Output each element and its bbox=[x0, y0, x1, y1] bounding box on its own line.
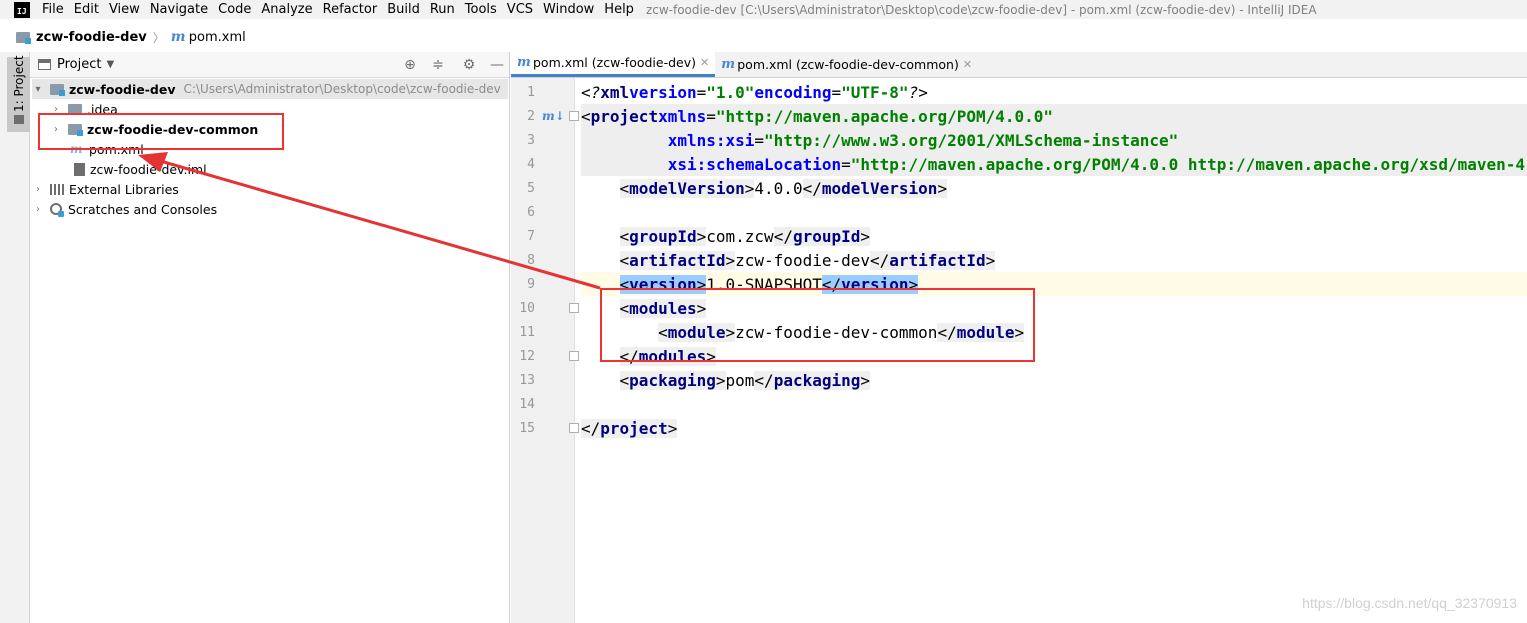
project-view-icon bbox=[38, 59, 51, 70]
menu-navigate[interactable]: Navigate bbox=[150, 2, 208, 17]
tree-root-row[interactable]: ▾ zcw-foodie-dev C:\Users\Administrator\… bbox=[32, 79, 508, 99]
editor-gutter: m↓ 1 2 3 4 5 6 7 8 9 10 11 12 13 14 15 bbox=[511, 78, 579, 623]
tree-root-label: zcw-foodie-dev bbox=[69, 81, 176, 97]
code-line: <modelVersion> 4.0.0 </modelVersion> bbox=[619, 178, 948, 198]
hide-panel-icon[interactable]: — bbox=[488, 56, 506, 74]
line-number: 11 bbox=[519, 325, 535, 340]
menu-analyze[interactable]: Analyze bbox=[261, 2, 312, 17]
menu-run[interactable]: Run bbox=[430, 2, 455, 17]
code-line: <artifactId> zcw-foodie-dev </artifactId> bbox=[619, 250, 996, 270]
module-folder-icon bbox=[50, 83, 65, 96]
menu-view[interactable]: View bbox=[109, 2, 140, 17]
chevron-right-icon[interactable]: › bbox=[32, 184, 44, 195]
line-number: 15 bbox=[519, 421, 535, 436]
chevron-down-icon[interactable]: ▾ bbox=[32, 84, 44, 95]
gear-icon[interactable]: ⚙ bbox=[460, 56, 478, 74]
line-number: 5 bbox=[527, 181, 535, 196]
fold-marker-icon[interactable] bbox=[569, 111, 579, 121]
chevron-right-icon[interactable]: › bbox=[32, 204, 44, 215]
line-number: 2 bbox=[527, 109, 535, 124]
tab-pom-common[interactable]: m pom.xml (zcw-foodie-dev-common) ✕ bbox=[715, 51, 978, 77]
close-icon[interactable]: ✕ bbox=[700, 56, 709, 69]
fold-marker-icon[interactable] bbox=[569, 351, 579, 361]
watermark: https://blog.csdn.net/qq_32370913 bbox=[1302, 595, 1517, 611]
collapse-all-icon[interactable]: ≑ bbox=[429, 56, 447, 74]
tool-window-strip: 1: Project bbox=[0, 52, 30, 623]
window-title: zcw-foodie-dev [C:\Users\Administrator\D… bbox=[645, 2, 1317, 17]
code-line: xsi:schemaLocation = "http://maven.apache.… bbox=[581, 152, 1527, 176]
maven-file-icon: m bbox=[170, 29, 186, 45]
line-number: 1 bbox=[527, 85, 535, 100]
tree-root-path: C:\Users\Administrator\Desktop\code\zcw-… bbox=[183, 82, 501, 96]
module-folder-icon bbox=[16, 31, 31, 44]
menu-edit[interactable]: Edit bbox=[74, 2, 99, 17]
tree-row-iml[interactable]: zcw-foodie-dev.iml bbox=[70, 159, 207, 179]
fold-marker-icon[interactable] bbox=[569, 423, 579, 433]
menu-tools[interactable]: Tools bbox=[465, 2, 497, 17]
project-tool-tab-label[interactable]: 1: Project bbox=[12, 55, 26, 112]
menu-code[interactable]: Code bbox=[218, 2, 251, 17]
line-number: 7 bbox=[527, 229, 535, 244]
menu-file[interactable]: File bbox=[42, 2, 64, 17]
libraries-icon bbox=[50, 183, 64, 195]
intellij-logo-icon: IJ bbox=[14, 1, 30, 18]
chevron-down-icon[interactable]: ▼ bbox=[106, 59, 114, 70]
menu-build[interactable]: Build bbox=[387, 2, 420, 17]
code-line: <packaging> pom </packaging> bbox=[619, 370, 871, 390]
line-number: 6 bbox=[527, 205, 535, 220]
tree-label-external-libraries: External Libraries bbox=[69, 181, 179, 197]
menu-vcs[interactable]: VCS bbox=[507, 2, 533, 17]
maven-file-icon: m bbox=[721, 56, 735, 72]
code-line: xmlns:xsi = "http://www.w3.org/2001/XMLSch… bbox=[581, 128, 1527, 152]
line-number: 9 bbox=[527, 277, 535, 292]
line-number: 14 bbox=[519, 397, 535, 412]
code-line: <? xml version = "1.0" encoding = "UTF-8" ?> bbox=[581, 82, 928, 102]
scratches-icon bbox=[50, 203, 64, 217]
breadcrumb: zcw-foodie-dev 〉 m pom.xml bbox=[0, 26, 1527, 48]
line-number: 3 bbox=[527, 133, 535, 148]
maven-gutter-icon[interactable]: m↓ bbox=[542, 109, 565, 123]
tab-pom-root[interactable]: m pom.xml (zcw-foodie-dev) ✕ bbox=[511, 51, 716, 77]
line-number: 12 bbox=[519, 349, 535, 364]
locate-target-icon[interactable]: ⊕ bbox=[401, 56, 419, 74]
menu-help[interactable]: Help bbox=[604, 2, 634, 17]
code-line: </project> bbox=[581, 418, 678, 438]
annotation-box-modules bbox=[600, 288, 1035, 362]
tree-row-scratches[interactable]: › Scratches and Consoles bbox=[32, 199, 217, 219]
menu-bar: IJ File Edit View Navigate Code Analyze … bbox=[0, 0, 1527, 19]
tree-label-iml: zcw-foodie-dev.iml bbox=[90, 161, 207, 177]
folder-icon bbox=[14, 115, 24, 124]
line-number: 13 bbox=[519, 373, 535, 388]
line-number: 4 bbox=[527, 157, 535, 172]
line-number: 10 bbox=[519, 301, 535, 316]
project-panel-header: Project ▼ ⊕ ≑ ⚙ — bbox=[30, 52, 509, 78]
tree-label-scratches: Scratches and Consoles bbox=[68, 201, 218, 217]
code-line: <groupId> com.zcw </groupId> bbox=[619, 226, 871, 246]
breadcrumb-separator: 〉 bbox=[152, 30, 165, 45]
annotation-box-module bbox=[38, 113, 284, 150]
line-number: 8 bbox=[527, 253, 535, 268]
tab-label: pom.xml (zcw-foodie-dev-common) bbox=[737, 56, 959, 72]
editor-tabs: m pom.xml (zcw-foodie-dev) ✕ m pom.xml (… bbox=[511, 51, 1527, 78]
menu-refactor[interactable]: Refactor bbox=[323, 2, 378, 17]
menu-window[interactable]: Window bbox=[543, 2, 594, 17]
module-file-icon bbox=[74, 162, 85, 176]
maven-file-icon: m bbox=[517, 55, 531, 70]
breadcrumb-root[interactable]: zcw-foodie-dev bbox=[36, 30, 147, 45]
breadcrumb-file[interactable]: pom.xml bbox=[189, 30, 246, 45]
close-icon[interactable]: ✕ bbox=[963, 58, 972, 71]
code-line: < project xmlns = "http://maven.apache.org/… bbox=[581, 104, 1527, 128]
tab-label: pom.xml (zcw-foodie-dev) bbox=[533, 55, 697, 70]
project-view-selector[interactable]: Project bbox=[57, 57, 101, 72]
tree-row-external-libraries[interactable]: › External Libraries bbox=[32, 179, 179, 199]
fold-marker-icon[interactable] bbox=[569, 303, 579, 313]
